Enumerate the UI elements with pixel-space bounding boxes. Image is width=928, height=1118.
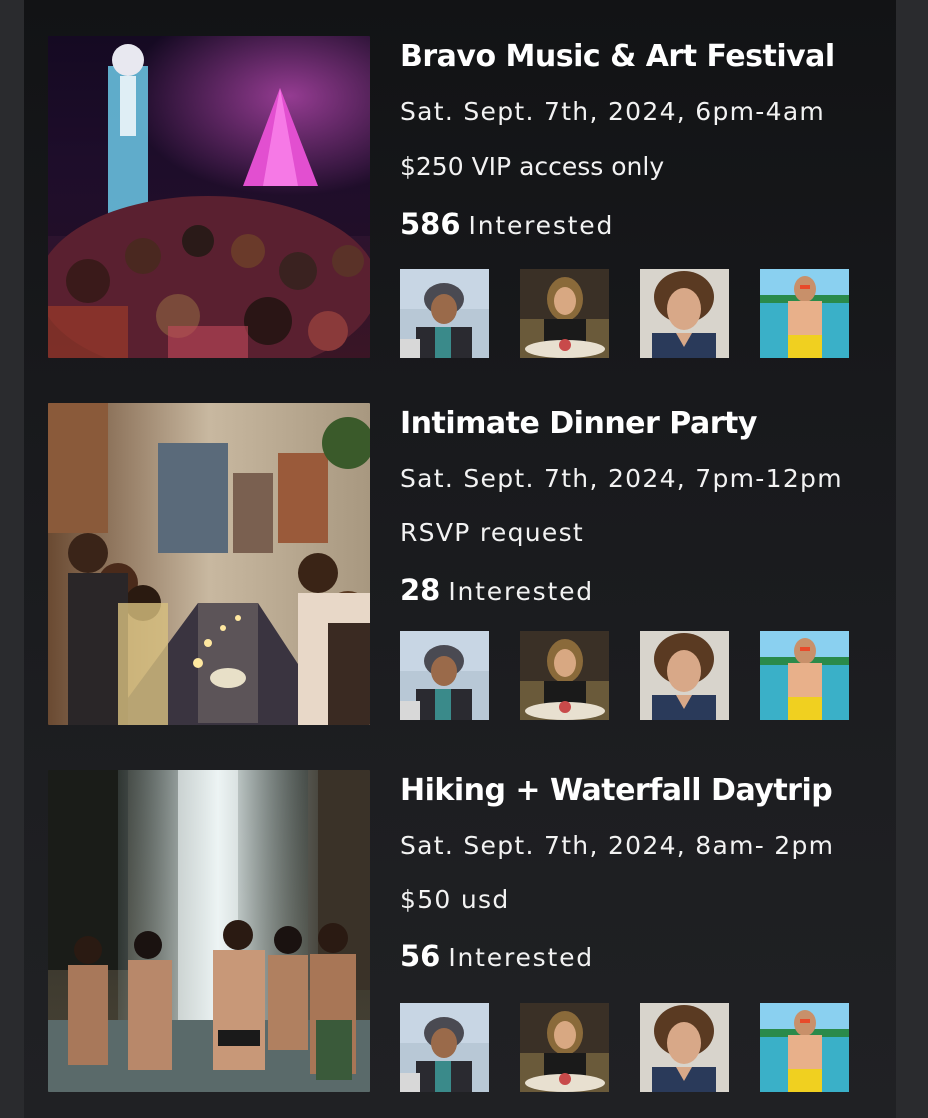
interested-label: Interested: [448, 943, 594, 972]
event-card-hiking[interactable]: Hiking + Waterfall Daytrip Sat. Sept. 7t…: [24, 770, 874, 1100]
interested-number: 56: [400, 939, 441, 973]
event-title[interactable]: Bravo Music & Art Festival: [400, 39, 835, 74]
woman-with-hat-avatar[interactable]: [400, 631, 489, 720]
woman-at-dinner-avatar[interactable]: [520, 1003, 609, 1092]
curly-hair-man-avatar[interactable]: [640, 631, 729, 720]
attendee-avatars: [400, 631, 860, 721]
interested-label: Interested: [448, 577, 594, 606]
event-card-dinner[interactable]: Intimate Dinner Party Sat. Sept. 7th, 20…: [24, 403, 874, 733]
event-card-festival[interactable]: Bravo Music & Art Festival Sat. Sept. 7t…: [24, 36, 874, 366]
attendee-avatars: [400, 269, 860, 359]
attendee-avatars: [400, 1003, 860, 1093]
woman-at-dinner-avatar[interactable]: [520, 269, 609, 358]
interested-label: Interested: [468, 211, 615, 240]
event-price: $250 VIP access only: [400, 152, 665, 181]
event-date: Sat. Sept. 7th, 2024, 8am- 2pm: [400, 831, 835, 860]
woman-at-dinner-avatar[interactable]: [520, 631, 609, 720]
event-date: Sat. Sept. 7th, 2024, 7pm-12pm: [400, 464, 843, 493]
interested-number: 28: [400, 573, 441, 607]
interested-number: 586: [400, 207, 461, 241]
event-image-festival[interactable]: [48, 36, 370, 358]
event-image-dinner[interactable]: [48, 403, 370, 725]
events-panel: Bravo Music & Art Festival Sat. Sept. 7t…: [24, 0, 896, 1118]
woman-with-hat-avatar[interactable]: [400, 269, 489, 358]
interested-count[interactable]: 56 Interested: [400, 939, 594, 973]
curly-hair-man-avatar[interactable]: [640, 269, 729, 358]
event-image-waterfall[interactable]: [48, 770, 370, 1092]
event-title[interactable]: Intimate Dinner Party: [400, 406, 757, 441]
man-at-beach-avatar[interactable]: [760, 1003, 849, 1092]
event-price: $50 usd: [400, 885, 510, 914]
curly-hair-man-avatar[interactable]: [640, 1003, 729, 1092]
man-at-beach-avatar[interactable]: [760, 631, 849, 720]
interested-count[interactable]: 28 Interested: [400, 573, 594, 607]
event-date: Sat. Sept. 7th, 2024, 6pm-4am: [400, 97, 826, 126]
event-price: RSVP request: [400, 518, 584, 547]
interested-count[interactable]: 586 Interested: [400, 207, 614, 241]
event-title[interactable]: Hiking + Waterfall Daytrip: [400, 773, 833, 808]
woman-with-hat-avatar[interactable]: [400, 1003, 489, 1092]
man-at-beach-avatar[interactable]: [760, 269, 849, 358]
